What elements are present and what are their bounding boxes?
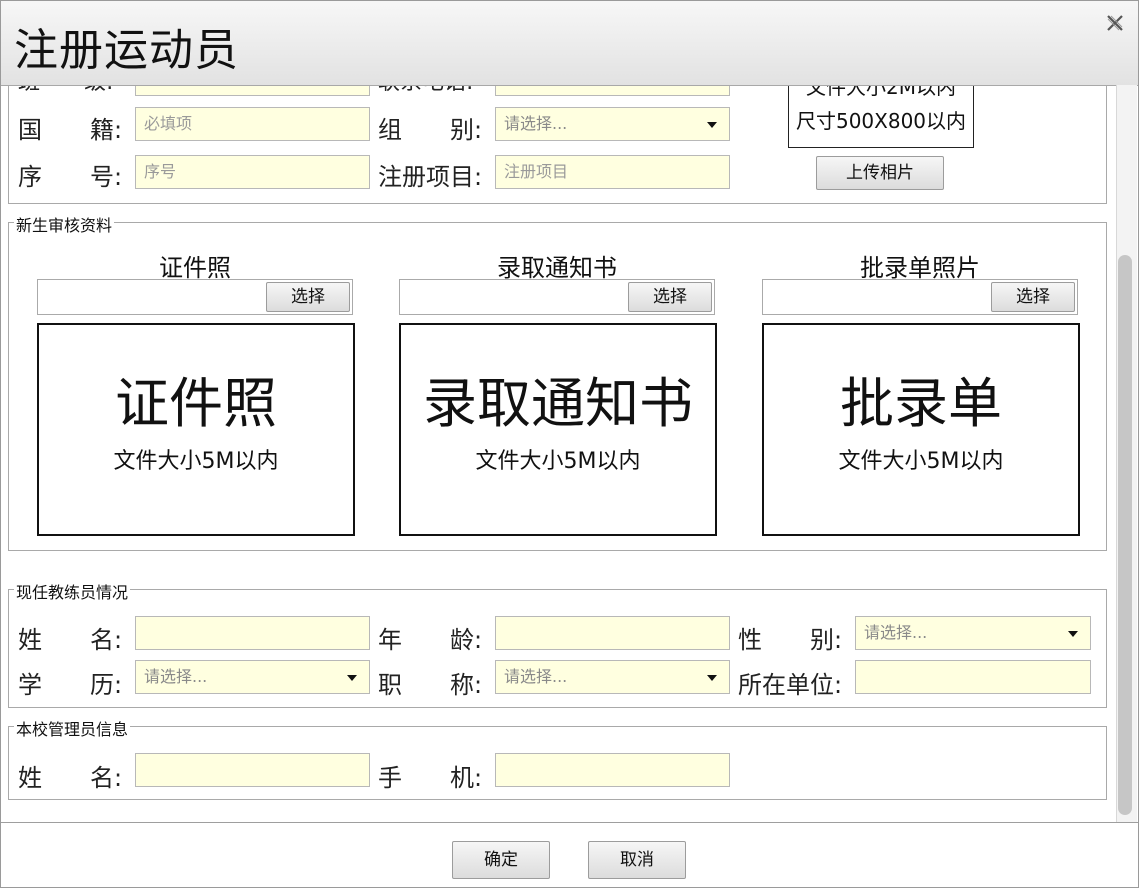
dropdown-arrow-icon bbox=[707, 122, 717, 128]
coach-education-label: 学 历: bbox=[18, 671, 123, 699]
id-photo-title: 证件照 bbox=[159, 254, 231, 282]
coach-gender-select[interactable]: 请选择... bbox=[855, 616, 1091, 650]
dialog-title: 注册运动员 bbox=[14, 25, 239, 76]
admin-legend: 本校管理员信息 bbox=[14, 716, 131, 740]
id-photo-preview-text: 证件照 bbox=[115, 372, 277, 435]
event-label: 注册项目: bbox=[378, 163, 483, 191]
admission-letter-title: 录取通知书 bbox=[497, 254, 617, 282]
coach-education-select[interactable]: 请选择... bbox=[135, 660, 370, 694]
group-select-value: 请选择... bbox=[504, 114, 568, 133]
dropdown-arrow-icon bbox=[347, 675, 357, 681]
scrollbar-thumb[interactable] bbox=[1118, 255, 1132, 815]
confirm-button[interactable]: 确定 bbox=[452, 841, 550, 879]
approval-list-preview: 批录单 文件大小5M以内 bbox=[762, 323, 1080, 536]
nationality-input[interactable]: 必填项 bbox=[135, 107, 370, 141]
admin-phone-input[interactable] bbox=[495, 753, 730, 787]
coach-title-select-value: 请选择... bbox=[504, 667, 568, 686]
nationality-label: 国 籍: bbox=[18, 116, 123, 144]
admission-letter-size-note: 文件大小5M以内 bbox=[475, 449, 641, 474]
approval-list-choose-button[interactable]: 选择 bbox=[991, 282, 1075, 312]
coach-title-select[interactable]: 请选择... bbox=[495, 660, 730, 694]
coach-legend: 现任教练员情况 bbox=[14, 579, 131, 603]
coach-unit-label: 所在单位: bbox=[738, 671, 843, 699]
approval-list-size-note: 文件大小5M以内 bbox=[838, 449, 1004, 474]
coach-name-input[interactable] bbox=[135, 616, 370, 650]
serial-label: 序 号: bbox=[18, 163, 123, 191]
dropdown-arrow-icon bbox=[1068, 631, 1078, 637]
coach-age-label: 年 龄: bbox=[378, 626, 483, 654]
dialog-scroll-content: 班 级: 联系电话: 国 籍: 必填项 组 别: 请选择... 序 号: 序号 … bbox=[0, 0, 1116, 822]
admin-name-input[interactable] bbox=[135, 753, 370, 787]
coach-age-input[interactable] bbox=[495, 616, 730, 650]
approval-list-preview-text: 批录单 bbox=[840, 372, 1002, 435]
upload-photo-button[interactable]: 上传相片 bbox=[816, 156, 944, 190]
id-photo-preview: 证件照 文件大小5M以内 bbox=[37, 323, 355, 536]
approval-list-file-input[interactable]: 选择 bbox=[762, 279, 1078, 315]
admission-letter-file-input[interactable]: 选择 bbox=[399, 279, 715, 315]
approval-list-title: 批录单照片 bbox=[860, 254, 980, 282]
coach-unit-input[interactable] bbox=[855, 660, 1091, 694]
dialog-footer: 确定 取消 bbox=[0, 822, 1139, 888]
admission-letter-choose-button[interactable]: 选择 bbox=[628, 282, 712, 312]
coach-gender-select-value: 请选择... bbox=[864, 623, 928, 642]
coach-name-label: 姓 名: bbox=[18, 626, 123, 654]
id-photo-choose-button[interactable]: 选择 bbox=[266, 282, 350, 312]
id-photo-size-note: 文件大小5M以内 bbox=[113, 449, 279, 474]
register-athlete-dialog: 班 级: 联系电话: 国 籍: 必填项 组 别: 请选择... 序 号: 序号 … bbox=[0, 0, 1139, 888]
close-icon[interactable] bbox=[1104, 12, 1126, 34]
group-select[interactable]: 请选择... bbox=[495, 107, 730, 141]
coach-title-label: 职 称: bbox=[378, 671, 483, 699]
freshman-review-legend: 新生审核资料 bbox=[14, 212, 115, 236]
dialog-header: 注册运动员 bbox=[0, 0, 1139, 86]
admission-letter-preview: 录取通知书 文件大小5M以内 bbox=[399, 323, 717, 536]
serial-input[interactable]: 序号 bbox=[135, 155, 370, 189]
event-input[interactable]: 注册项目 bbox=[495, 155, 730, 189]
cancel-button[interactable]: 取消 bbox=[588, 841, 686, 879]
admin-phone-label: 手 机: bbox=[378, 764, 483, 792]
admin-name-label: 姓 名: bbox=[18, 764, 123, 792]
coach-education-select-value: 请选择... bbox=[144, 667, 208, 686]
dropdown-arrow-icon bbox=[707, 675, 717, 681]
group-label: 组 别: bbox=[378, 116, 483, 144]
admission-letter-preview-text: 录取通知书 bbox=[423, 372, 693, 435]
id-photo-file-input[interactable]: 选择 bbox=[37, 279, 353, 315]
coach-gender-label: 性 别: bbox=[738, 626, 843, 654]
photo-dimension-note: 尺寸500X800以内 bbox=[795, 109, 967, 133]
